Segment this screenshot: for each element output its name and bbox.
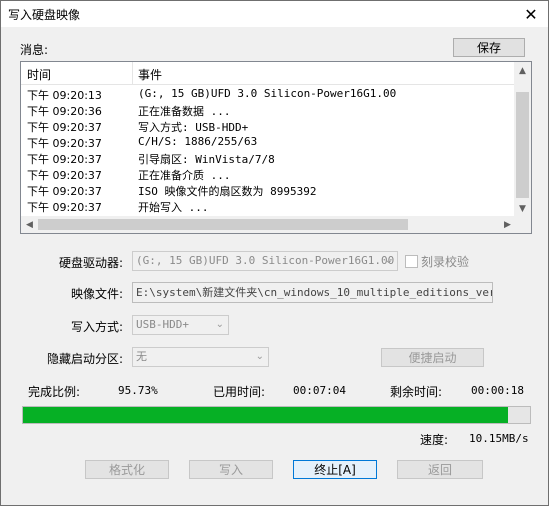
- write-mode-label: 写入方式:: [70, 320, 123, 334]
- elapsed-label: 已用时间:: [213, 385, 266, 399]
- percent-value: 95.73%: [118, 384, 158, 397]
- chevron-down-icon: ⌄: [255, 351, 264, 362]
- speed-value: 10.15MB/s: [469, 432, 529, 445]
- dialog-window: 写入硬盘映像 ✕ 消息: 保存 时间 事件 下午 09:20:13 (G:, 15…: [0, 0, 549, 506]
- write-button[interactable]: 写入: [189, 460, 273, 479]
- drive-label: 硬盘驱动器:: [58, 256, 123, 270]
- log-time: 下午 09:20:37: [27, 137, 102, 150]
- remaining-label: 剩余时间:: [390, 385, 443, 399]
- elapsed-value: 00:07:04: [293, 384, 346, 397]
- log-event: 引导扇区: WinVista/7/8: [138, 153, 275, 166]
- log-row[interactable]: 下午 09:20:37 写入方式: USB-HDD+: [21, 118, 516, 134]
- write-mode-select[interactable]: USB-HDD+ ⌄: [132, 315, 229, 335]
- log-event: ISO 映像文件的扇区数为 8995392: [138, 185, 317, 198]
- chevron-down-icon: ⌄: [215, 319, 224, 330]
- log-event: 正在准备介质 ...: [138, 169, 231, 182]
- chevron-down-icon: ▼: [519, 203, 526, 214]
- hidden-boot-label: 隐藏启动分区:: [46, 352, 123, 366]
- log-time: 下午 09:20:37: [27, 121, 102, 134]
- save-button[interactable]: 保存: [453, 38, 525, 57]
- back-button[interactable]: 返回: [397, 460, 483, 479]
- message-log[interactable]: 时间 事件 下午 09:20:13 (G:, 15 GB)UFD 3.0 Sili…: [20, 61, 532, 234]
- verify-label: 刻录校验: [421, 255, 470, 269]
- log-col-event[interactable]: 事件: [138, 66, 162, 83]
- log-time: 下午 09:20:36: [27, 105, 102, 118]
- scroll-corner: [514, 216, 531, 233]
- log-event: 写入方式: USB-HDD+: [138, 121, 249, 134]
- speed-label: 速度:: [420, 433, 449, 447]
- write-mode-value: USB-HDD+: [136, 318, 189, 331]
- hidden-boot-value: 无: [136, 350, 147, 363]
- close-icon: ✕: [524, 4, 538, 24]
- window-title: 写入硬盘映像: [8, 8, 81, 22]
- scroll-down-button[interactable]: ▼: [514, 200, 531, 217]
- log-header: 时间 事件: [21, 62, 516, 85]
- chevron-down-icon: ⌄: [384, 255, 393, 266]
- log-time: 下午 09:20:37: [27, 185, 102, 198]
- log-event: 正在准备数据 ...: [138, 105, 231, 118]
- image-file-value: E:\system\新建文件夹\cn_windows_10_multiple_e…: [136, 286, 493, 299]
- log-time: 下午 09:20:37: [27, 153, 102, 166]
- log-row[interactable]: 下午 09:20:37 引导扇区: WinVista/7/8: [21, 150, 516, 166]
- log-rows: 下午 09:20:13 (G:, 15 GB)UFD 3.0 Silicon-Po…: [21, 86, 516, 214]
- drive-select-value: (G:, 15 GB)UFD 3.0 Silicon-Power16G1.00: [136, 254, 395, 267]
- messages-label: 消息:: [20, 43, 49, 57]
- log-event: (G:, 15 GB)UFD 3.0 Silicon-Power16G1.00: [138, 87, 397, 100]
- log-time: 下午 09:20:13: [27, 89, 102, 102]
- title-bar: 写入硬盘映像 ✕: [1, 1, 548, 27]
- write-progress-bar: [22, 406, 531, 424]
- close-button[interactable]: ✕: [514, 1, 548, 27]
- log-event: C/H/S: 1886/255/63: [138, 135, 258, 148]
- vertical-scrollbar[interactable]: ▲ ▼: [514, 62, 531, 217]
- remaining-value: 00:00:18: [471, 384, 524, 397]
- log-row[interactable]: 下午 09:20:13 (G:, 15 GB)UFD 3.0 Silicon-Po…: [21, 86, 516, 102]
- scroll-left-button[interactable]: ◀: [21, 216, 38, 233]
- log-row[interactable]: 下午 09:20:36 正在准备数据 ...: [21, 102, 516, 118]
- abort-button[interactable]: 终止[A]: [293, 460, 377, 479]
- column-separator: [132, 62, 133, 84]
- horizontal-scrollbar[interactable]: ◀ ▶: [21, 216, 516, 233]
- log-time: 下午 09:20:37: [27, 201, 102, 214]
- drive-select[interactable]: (G:, 15 GB)UFD 3.0 Silicon-Power16G1.00 …: [132, 251, 398, 271]
- chevron-right-icon: ▶: [504, 219, 511, 230]
- verify-checkbox[interactable]: [405, 255, 418, 268]
- quick-boot-button[interactable]: 便捷启动: [381, 348, 484, 367]
- vertical-scroll-thumb[interactable]: [516, 92, 529, 198]
- image-file-field[interactable]: E:\system\新建文件夹\cn_windows_10_multiple_e…: [132, 282, 493, 303]
- format-button[interactable]: 格式化: [85, 460, 169, 479]
- log-row[interactable]: 下午 09:20:37 开始写入 ...: [21, 198, 516, 214]
- log-event: 开始写入 ...: [138, 201, 209, 214]
- hidden-boot-select[interactable]: 无 ⌄: [132, 347, 269, 367]
- image-file-label: 映像文件:: [70, 287, 123, 301]
- horizontal-scroll-thumb[interactable]: [38, 219, 408, 230]
- log-col-time[interactable]: 时间: [27, 66, 51, 83]
- scroll-up-button[interactable]: ▲: [514, 62, 531, 79]
- log-row[interactable]: 下午 09:20:37 C/H/S: 1886/255/63: [21, 134, 516, 150]
- chevron-left-icon: ◀: [26, 219, 33, 230]
- log-row[interactable]: 下午 09:20:37 正在准备介质 ...: [21, 166, 516, 182]
- chevron-up-icon: ▲: [519, 65, 526, 76]
- log-time: 下午 09:20:37: [27, 169, 102, 182]
- progress-fill: [23, 407, 509, 423]
- log-row[interactable]: 下午 09:20:37 ISO 映像文件的扇区数为 8995392: [21, 182, 516, 198]
- percent-label: 完成比例:: [28, 385, 81, 399]
